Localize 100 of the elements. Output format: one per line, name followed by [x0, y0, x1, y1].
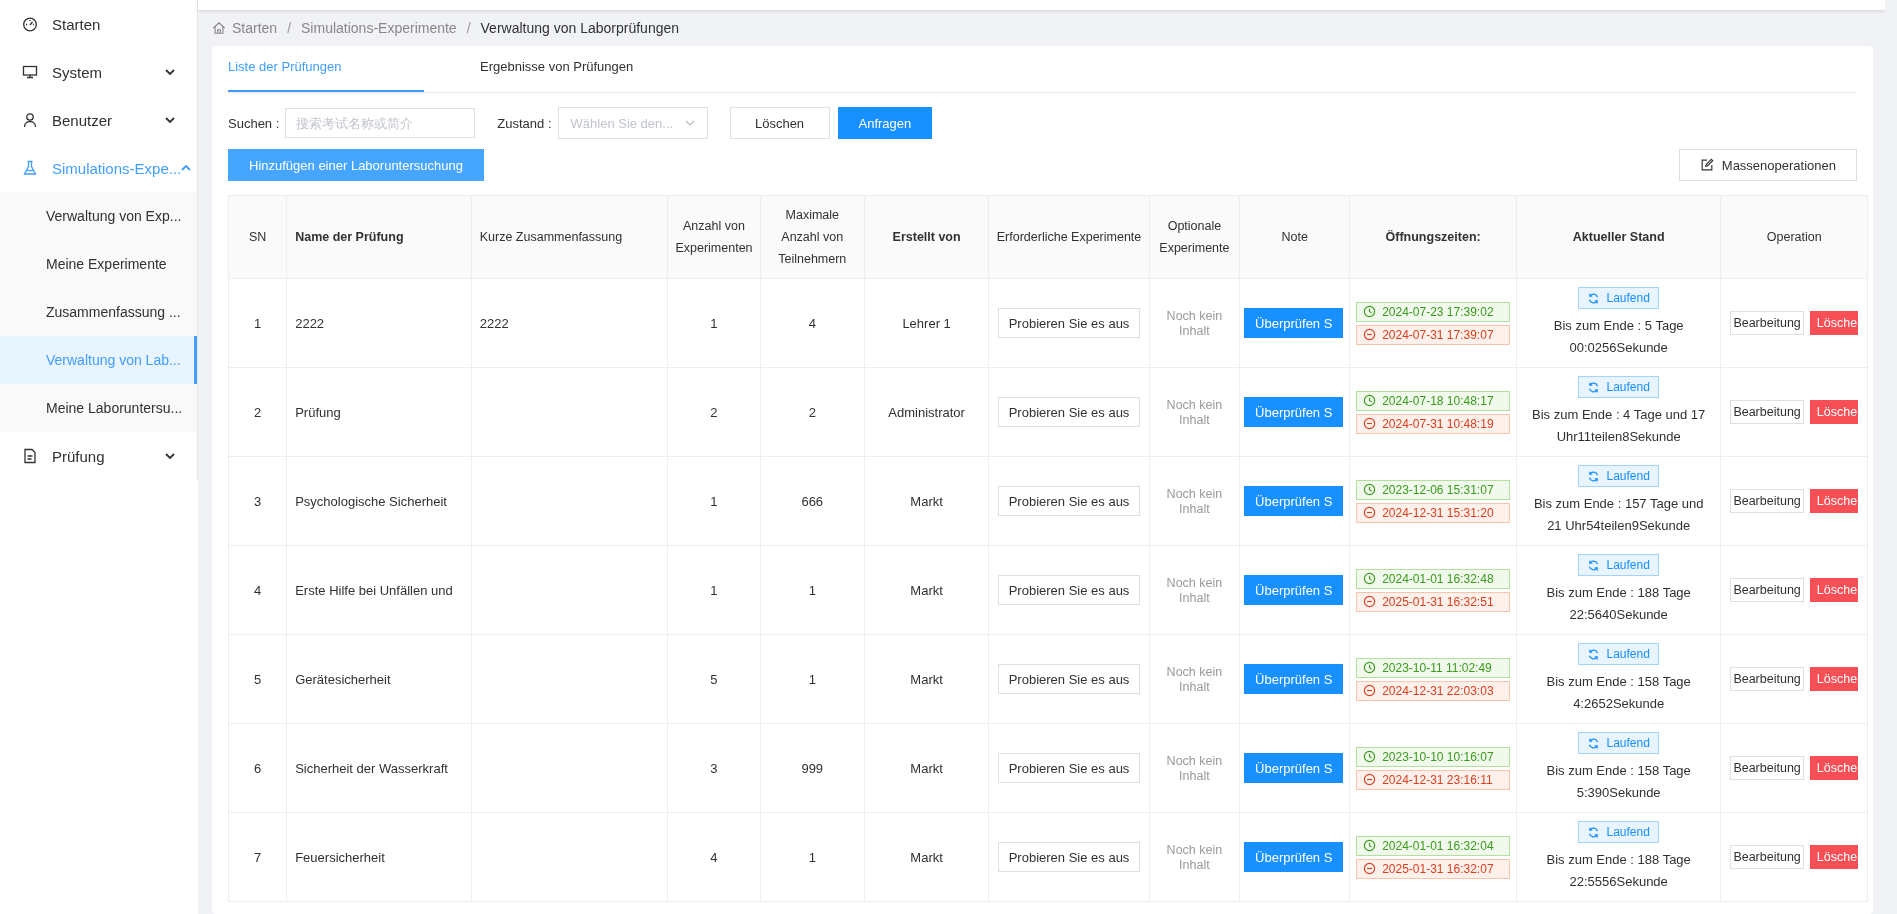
refresh-icon — [1587, 380, 1601, 394]
minus-circle-icon — [1363, 328, 1377, 341]
remaining-time: Bis zum Ende : 5 Tage 00:0256Sekunde — [1552, 317, 1685, 357]
column-header: Operation — [1721, 195, 1868, 279]
status-tag: Laufend — [1578, 554, 1659, 576]
sidebar-subitem[interactable]: Meine Experimente — [0, 240, 197, 288]
search-field[interactable]: 搜索考试名称或简介 — [285, 108, 476, 138]
table-cell: Markt — [910, 493, 943, 509]
refresh-icon — [1587, 825, 1601, 839]
end-time-tag: 2025-01-31 16:32:51 — [1356, 591, 1511, 612]
table-cell: 6 — [253, 760, 262, 776]
table-cell: Erste Hilfe bei Unfällen und — [295, 582, 453, 598]
empty-text: Noch kein Inhalt — [1166, 487, 1223, 516]
end-time-tag: 2025-01-31 16:32:07 — [1356, 858, 1511, 879]
clock-icon — [1363, 661, 1377, 674]
start-time-tag: 2024-07-23 17:39:02 — [1356, 301, 1511, 322]
refresh-icon — [1587, 291, 1601, 305]
edit-button[interactable]: Bearbeitung — [1730, 489, 1804, 513]
table-cell: 3 — [710, 760, 718, 776]
table-cell: 2 — [710, 404, 718, 420]
table-cell: 999 — [801, 760, 824, 776]
empty-text: Noch kein Inhalt — [1166, 754, 1223, 783]
start-time-tag: 2023-10-10 10:16:07 — [1356, 746, 1511, 767]
table-cell: 2222 — [479, 315, 509, 331]
try-button[interactable]: Probieren Sie es aus — [997, 664, 1141, 694]
table-cell: 1 — [808, 849, 816, 865]
status-tag: Laufend — [1578, 821, 1659, 843]
start-time-tag: 2023-10-11 11:02:49 — [1356, 657, 1511, 678]
try-button[interactable]: Probieren Sie es aus — [997, 397, 1141, 427]
sidebar-subitem[interactable]: Zusammenfassung ... — [0, 288, 197, 336]
status-tag: Laufend — [1578, 287, 1659, 309]
clock-icon — [1363, 839, 1377, 852]
column-header: Erstellt von — [864, 195, 989, 279]
clock-icon — [1363, 750, 1377, 763]
column-header: Kurze Zusammenfassung — [471, 195, 668, 279]
table-cell: 7 — [253, 849, 262, 865]
sidebar-item[interactable]: Starten — [0, 0, 197, 48]
column-header: Aktueller Stand — [1516, 195, 1721, 279]
empty-text: Noch kein Inhalt — [1166, 843, 1223, 872]
table-cell: Administrator — [888, 404, 965, 420]
sidebar-item[interactable]: Prüfung — [0, 432, 197, 480]
try-button[interactable]: Probieren Sie es aus — [997, 842, 1141, 872]
table-cell: 1 — [808, 582, 816, 598]
empty-text: Noch kein Inhalt — [1166, 665, 1223, 694]
reset-button[interactable]: Löschen — [729, 107, 830, 139]
try-button[interactable]: Probieren Sie es aus — [997, 486, 1141, 516]
edit-button[interactable]: Bearbeitung — [1730, 756, 1804, 780]
empty-text: Noch kein Inhalt — [1166, 309, 1223, 338]
table-cell: 1 — [710, 493, 718, 509]
table-cell: Psychologische Sicherheit — [295, 493, 447, 509]
table-cell: 4 — [253, 582, 262, 598]
tab[interactable]: Ergebnisse von Prüfungen — [464, 46, 650, 92]
table-cell: Gerätesicherheit — [295, 671, 391, 687]
try-button[interactable]: Probieren Sie es aus — [997, 308, 1141, 338]
end-time-tag: 2024-12-31 15:31:20 — [1356, 502, 1511, 523]
minus-circle-icon — [1363, 417, 1377, 430]
edit-button[interactable]: Bearbeitung — [1730, 578, 1804, 602]
status-tag: Laufend — [1578, 465, 1659, 487]
minus-circle-icon — [1363, 684, 1377, 697]
table-cell: 1 — [808, 671, 816, 687]
table-cell: 2222 — [295, 315, 325, 331]
sidebar-item[interactable]: Benutzer — [0, 96, 197, 144]
breadcrumb-current: Verwaltung von Laborprüfungen — [480, 20, 680, 36]
remaining-time: Bis zum Ende : 4 Tage und 17 Uhr11teilen8Sekunde — [1531, 406, 1707, 446]
table-cell: 5 — [710, 671, 718, 687]
clock-icon — [1363, 394, 1377, 407]
sidebar-subitem[interactable]: Verwaltung von Exp... — [0, 192, 197, 240]
try-button[interactable]: Probieren Sie es aus — [997, 753, 1141, 783]
try-button[interactable]: Probieren Sie es aus — [997, 575, 1141, 605]
table-cell: 4 — [808, 315, 816, 331]
minus-circle-icon — [1363, 773, 1377, 786]
edit-button[interactable]: Bearbeitung — [1730, 400, 1804, 424]
end-time-tag: 2024-07-31 10:48:19 — [1356, 413, 1511, 434]
breadcrumb-separator: / — [287, 20, 292, 36]
start-time-tag: 2023-12-06 15:31:07 — [1356, 479, 1511, 500]
table-cell: 4 — [710, 849, 718, 865]
table-cell: Markt — [910, 849, 943, 865]
refresh-icon — [1587, 736, 1601, 750]
edit-button[interactable]: Bearbeitung — [1730, 311, 1804, 335]
edit-button[interactable]: Bearbeitung — [1730, 845, 1804, 869]
table-cell: 2 — [253, 404, 262, 420]
start-time-tag: 2024-07-18 10:48:17 — [1356, 390, 1511, 411]
table-cell: 3 — [253, 493, 262, 509]
table-cell: 1 — [253, 315, 262, 331]
document-icon — [22, 448, 38, 464]
sidebar-subitem[interactable]: Meine Laboruntersu... — [0, 384, 197, 432]
bulk-button[interactable]: Massenoperationen — [1678, 149, 1857, 181]
column-header: SN — [228, 195, 287, 279]
empty-text: Noch kein Inhalt — [1166, 576, 1223, 605]
edit-button[interactable]: Bearbeitung — [1730, 667, 1804, 691]
table-cell: 2 — [808, 404, 816, 420]
minus-circle-icon — [1363, 506, 1377, 519]
table-cell: 1 — [710, 315, 718, 331]
table-cell: 1 — [710, 582, 718, 598]
sidebar-item[interactable]: System — [0, 48, 197, 96]
table-cell: Feuersicherheit — [295, 849, 385, 865]
remaining-time: Bis zum Ende : 158 Tage 5:390Sekunde — [1545, 762, 1692, 802]
gauge-icon — [22, 16, 38, 32]
refresh-icon — [1587, 647, 1601, 661]
edit-icon — [1699, 158, 1714, 172]
